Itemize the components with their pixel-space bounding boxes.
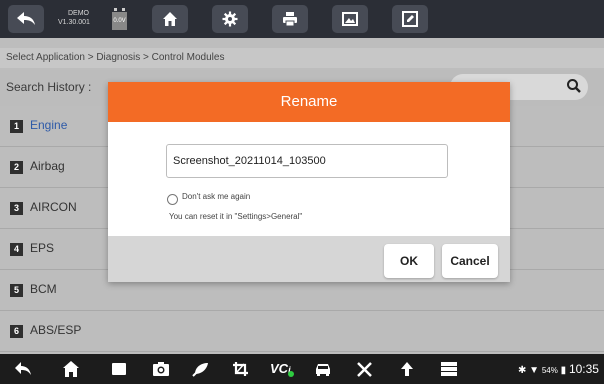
gear-icon [222, 11, 238, 27]
vci-icon[interactable]: VCi [270, 361, 294, 377]
clock: 10:35 [568, 362, 599, 376]
voltage-value: 0.0V [112, 12, 127, 30]
list-item-label: Engine [30, 118, 68, 132]
battery-percent: 54% [541, 366, 558, 375]
system-navbar: VCi ✱ ▼ 54% ▮ 10:35 [0, 354, 604, 384]
item-number: 6 [10, 325, 23, 338]
back-icon [17, 12, 35, 25]
version-label: V1.30.001 [58, 19, 90, 26]
top-toolbar: DEMO V1.30.001 0.0V [0, 0, 604, 38]
browser-icon[interactable] [192, 361, 210, 377]
cancel-button[interactable]: Cancel [442, 244, 498, 278]
battery-icon: ▮ [560, 365, 567, 376]
list-item-abs-esp[interactable]: 6 ABS/ESP [0, 312, 604, 352]
camera-icon[interactable] [152, 361, 170, 377]
item-number: 4 [10, 243, 23, 256]
recent-apps-icon[interactable] [110, 361, 128, 377]
search-history-label: Search History : [6, 80, 92, 94]
dont-ask-label[interactable]: Don't ask me again [182, 192, 250, 201]
screenshot-icon [342, 12, 358, 26]
search-icon[interactable] [566, 78, 582, 94]
tools-icon[interactable] [356, 361, 374, 377]
list-item-label: BCM [30, 282, 57, 296]
upload-icon[interactable] [398, 361, 416, 377]
status-tray: ✱ ▼ 54% ▮ 10:35 [518, 362, 599, 376]
list-item-label: AIRCON [30, 200, 77, 214]
edit-button[interactable] [392, 5, 428, 33]
list-item-label: Airbag [30, 159, 65, 173]
item-number: 1 [10, 120, 23, 133]
device-info: DEMO V1.30.001 [58, 9, 108, 27]
print-button[interactable] [272, 5, 308, 33]
item-number: 5 [10, 284, 23, 297]
list-item-label: ABS/ESP [30, 323, 82, 337]
voltage-indicator: 0.0V [112, 8, 127, 30]
device-name: DEMO [68, 10, 89, 17]
home-button[interactable] [152, 5, 188, 33]
wifi-icon: ▼ [529, 365, 540, 376]
menu-icon[interactable] [440, 361, 458, 377]
bluetooth-icon: ✱ [518, 365, 527, 376]
printer-icon [283, 12, 297, 27]
rename-dialog: Rename Screenshot_20211014_103500 Don't … [108, 82, 510, 282]
settings-button[interactable] [212, 5, 248, 33]
settings-hint: You can reset it in "Settings>General" [169, 212, 303, 221]
back-icon[interactable] [14, 361, 32, 377]
ok-button[interactable]: OK [384, 244, 434, 278]
home-icon [163, 12, 177, 26]
dont-ask-checkbox[interactable] [167, 194, 178, 205]
item-number: 3 [10, 202, 23, 215]
home-icon[interactable] [62, 361, 80, 377]
crop-icon[interactable] [232, 361, 250, 377]
filename-input[interactable]: Screenshot_20211014_103500 [166, 144, 448, 178]
car-icon[interactable] [314, 361, 332, 377]
item-number: 2 [10, 161, 23, 174]
list-item-label: EPS [30, 241, 55, 255]
screenshot-button[interactable] [332, 5, 368, 33]
edit-icon [402, 11, 418, 27]
back-button[interactable] [8, 5, 44, 33]
dialog-title: Rename [108, 82, 510, 122]
breadcrumb: Select Application > Diagnosis > Control… [0, 48, 604, 68]
